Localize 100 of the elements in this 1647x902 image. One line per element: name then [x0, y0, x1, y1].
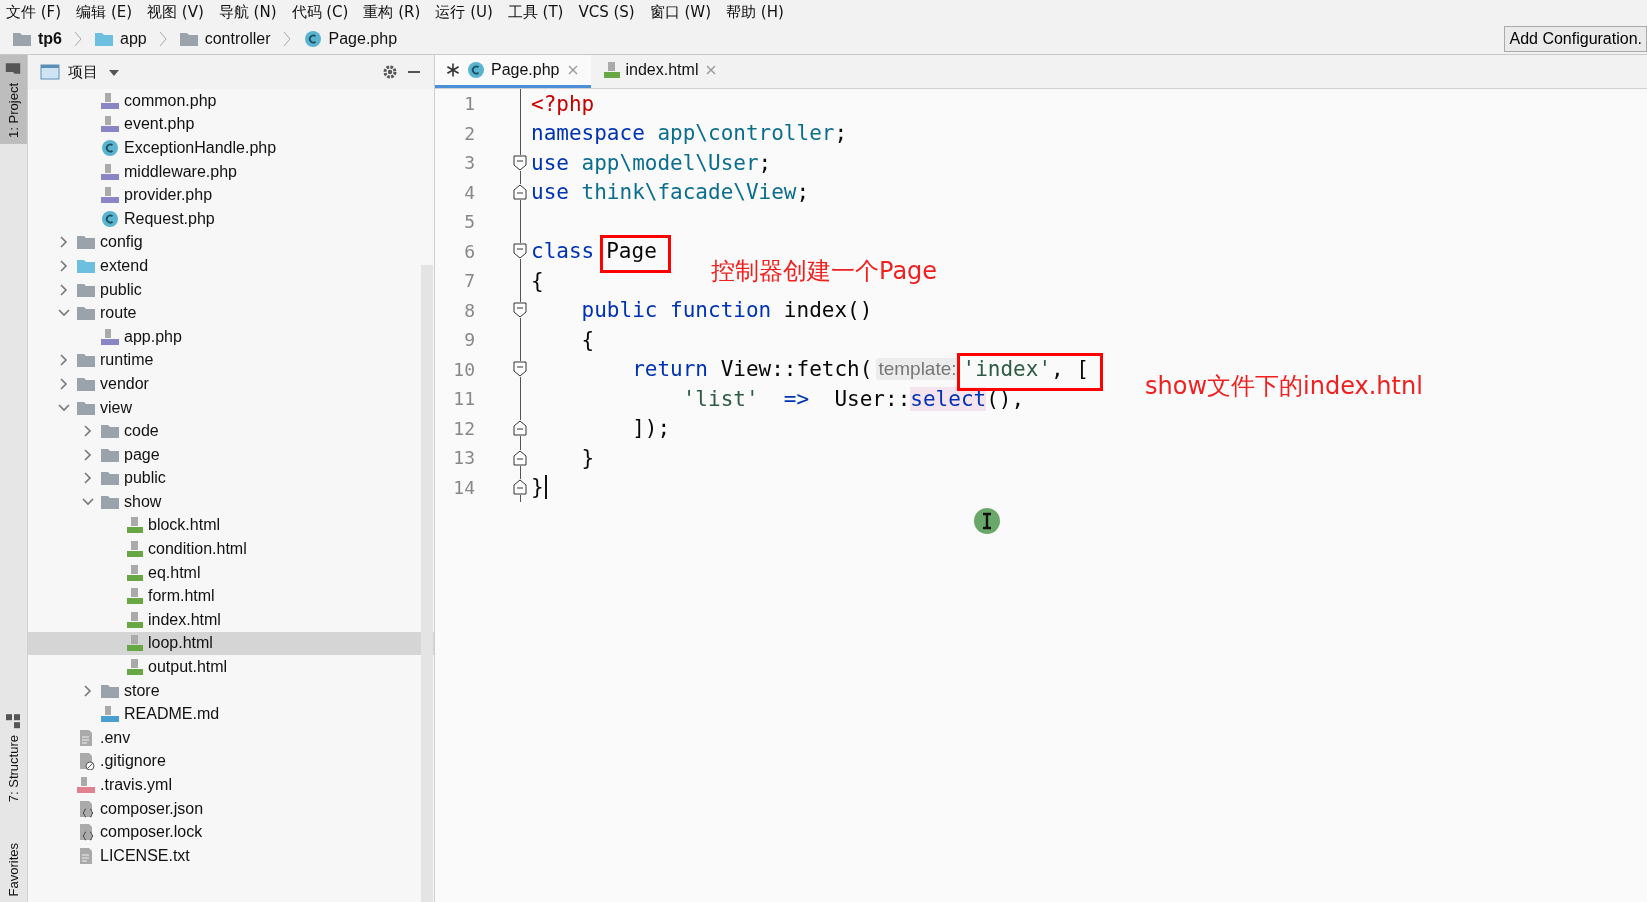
- folder-icon: [100, 469, 120, 488]
- menu-item[interactable]: 工具 (T): [507, 2, 564, 22]
- code-token: (),: [986, 386, 1025, 411]
- breadcrumb-item[interactable]: app: [120, 30, 147, 48]
- editor-tab[interactable]: index.html: [590, 55, 730, 88]
- tree-item[interactable]: LICENSE.txt: [28, 844, 420, 868]
- tree-item[interactable]: show: [28, 490, 420, 514]
- code-keyword: use: [531, 150, 569, 175]
- line-number: 9: [463, 329, 475, 351]
- tree-item[interactable]: composer.json: [28, 796, 420, 821]
- tree-item[interactable]: view: [28, 395, 420, 420]
- html-file-icon: [124, 658, 144, 677]
- html-file-icon: [124, 540, 144, 559]
- html-file-icon: [124, 610, 144, 629]
- tree-item[interactable]: vendor: [28, 372, 420, 396]
- tree-item[interactable]: event.php: [28, 112, 420, 137]
- tree-item[interactable]: config: [28, 230, 420, 255]
- line-number: 6: [463, 240, 475, 262]
- menu-item[interactable]: 窗口 (W): [649, 2, 711, 22]
- fold-marker-icon[interactable]: [513, 154, 527, 171]
- menu-item[interactable]: 重构 (R): [363, 2, 421, 22]
- fold-marker-icon[interactable]: [513, 420, 527, 437]
- breadcrumb-item[interactable]: controller: [204, 30, 271, 48]
- fold-marker-icon[interactable]: [513, 184, 527, 201]
- settings-icon[interactable]: [382, 64, 398, 80]
- tree-item[interactable]: provider.php: [28, 183, 420, 207]
- code-token: {: [531, 268, 544, 293]
- annotation-note: 控制器创建一个Page: [711, 256, 938, 287]
- menu-item[interactable]: 运行 (U): [435, 2, 493, 22]
- breadcrumb-item[interactable]: Page.php: [328, 30, 398, 48]
- window-icon: [40, 63, 60, 81]
- menu-item[interactable]: 视图 (V): [147, 2, 204, 22]
- annotation-note: show文件下的index.htnl: [1145, 371, 1423, 402]
- folder-icon: [76, 233, 96, 252]
- menu-item[interactable]: 导航 (N): [218, 2, 277, 22]
- breadcrumb-item[interactable]: tp6: [38, 30, 62, 48]
- tree-item[interactable]: public: [28, 277, 420, 302]
- tree-item[interactable]: .gitignore: [28, 749, 420, 774]
- panel-title[interactable]: 项目: [68, 62, 98, 82]
- line-number: 1: [463, 93, 475, 115]
- side-tab[interactable]: Favorites: [0, 836, 27, 902]
- parameter-hint: template:: [876, 358, 959, 381]
- tree-item[interactable]: public: [28, 466, 420, 491]
- fold-marker-icon[interactable]: [513, 302, 527, 319]
- tree-item[interactable]: runtime: [28, 348, 420, 373]
- fold-marker-icon[interactable]: [513, 479, 527, 496]
- fold-marker-icon[interactable]: [513, 449, 527, 466]
- folder-icon: [178, 30, 199, 48]
- tree-item[interactable]: .env: [28, 726, 420, 750]
- tree-item[interactable]: page: [28, 442, 420, 467]
- code-token: app\model\User: [580, 150, 759, 175]
- folder-icon: [76, 304, 96, 323]
- code-token: }: [580, 445, 595, 470]
- tree-item[interactable]: store: [28, 678, 420, 703]
- tree-item[interactable]: middleware.php: [28, 159, 420, 184]
- add-configuration-button[interactable]: Add Configuration.: [1504, 26, 1647, 52]
- tree-item[interactable]: code: [28, 419, 420, 443]
- tree-item[interactable]: README.md: [28, 702, 420, 727]
- code-token: ;: [796, 180, 810, 205]
- fold-marker-icon[interactable]: [513, 361, 527, 378]
- tree-item[interactable]: index.html: [28, 608, 420, 632]
- html-file-icon: [124, 587, 144, 606]
- code-method: select: [910, 386, 987, 411]
- tree-item[interactable]: ExceptionHandle.php: [28, 136, 420, 160]
- tree-item[interactable]: block.html: [28, 513, 420, 538]
- menu-item[interactable]: VCS (S): [578, 3, 635, 21]
- tree-item[interactable]: output.html: [28, 655, 420, 679]
- menu-item[interactable]: 帮助 (H): [726, 2, 784, 22]
- tree-item[interactable]: loop.html: [28, 631, 434, 656]
- menu-item[interactable]: 文件 (F): [6, 2, 62, 22]
- tree-item[interactable]: eq.html: [28, 560, 420, 585]
- html-file-icon: [124, 563, 144, 582]
- line-number: 10: [452, 358, 475, 380]
- code-keyword: =>: [782, 386, 810, 411]
- side-tab[interactable]: 1: Project: [0, 55, 27, 144]
- folder-icon: [5, 61, 22, 77]
- class-icon: [466, 61, 486, 79]
- code-token: Page: [606, 239, 657, 264]
- code-string: 'list': [681, 386, 759, 411]
- tree-item[interactable]: .travis.yml: [28, 773, 420, 797]
- tree-item[interactable]: route: [28, 301, 420, 325]
- tree-item[interactable]: form.html: [28, 584, 420, 609]
- tree-item[interactable]: app.php: [28, 324, 420, 349]
- code-token: ;: [758, 150, 772, 175]
- class-icon: [302, 30, 323, 48]
- class-icon: [100, 139, 120, 157]
- menu-item[interactable]: 代码 (C): [291, 2, 349, 22]
- tree-item[interactable]: condition.html: [28, 537, 420, 561]
- editor-tab[interactable]: Page.php: [435, 55, 591, 88]
- line-number: 4: [463, 181, 475, 203]
- side-tab[interactable]: 7: Structure: [0, 707, 27, 809]
- fold-marker-icon[interactable]: [513, 243, 527, 260]
- code-string: 'index': [962, 357, 1052, 382]
- tree-item[interactable]: common.php: [28, 89, 420, 113]
- scrollbar[interactable]: [421, 265, 433, 902]
- tree-item[interactable]: Request.php: [28, 206, 420, 231]
- tree-item[interactable]: composer.lock: [28, 820, 420, 844]
- menu-item[interactable]: 编辑 (E): [76, 2, 133, 22]
- line-number: 13: [452, 447, 475, 469]
- tree-item[interactable]: extend: [28, 254, 420, 278]
